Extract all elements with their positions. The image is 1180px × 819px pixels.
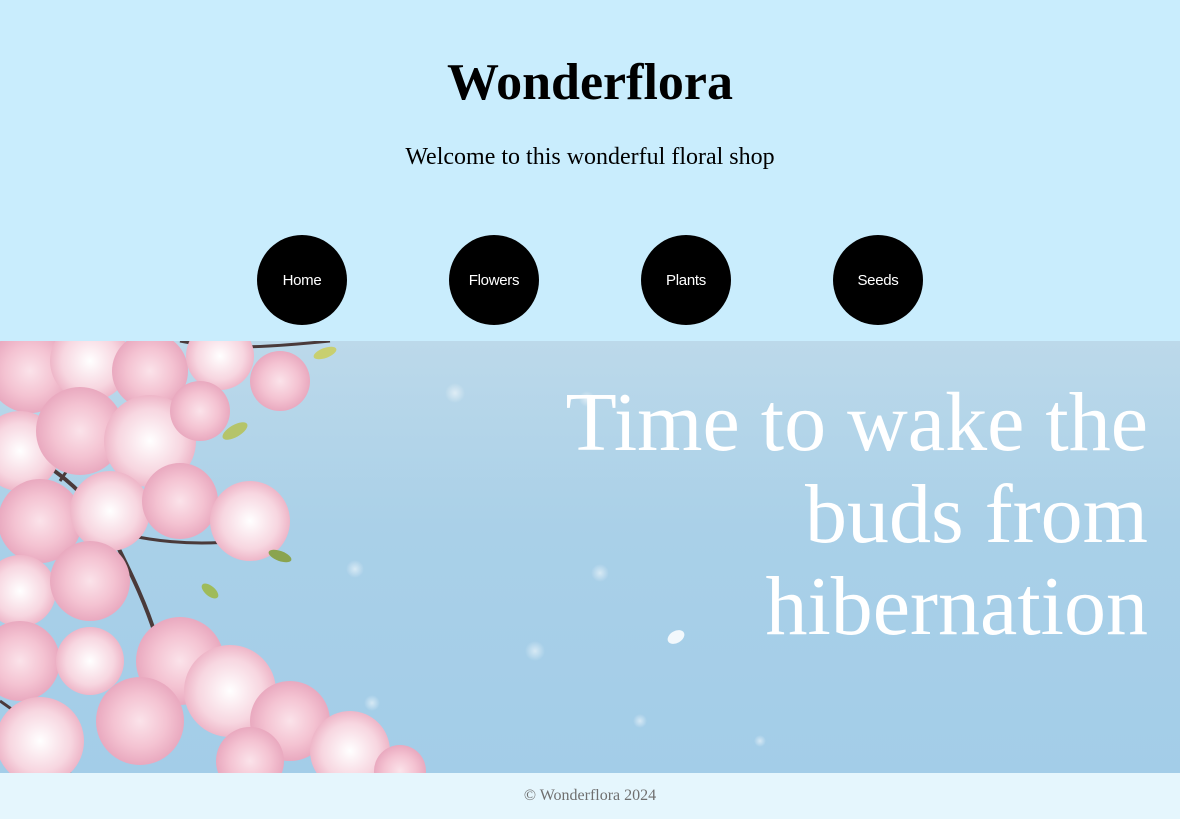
hero-headline: Time to wake the buds from hibernation <box>565 376 1148 653</box>
nav-seeds-button[interactable]: Seeds <box>833 235 923 325</box>
nav-home-button[interactable]: Home <box>257 235 347 325</box>
nav-flowers-button[interactable]: Flowers <box>449 235 539 325</box>
site-header: Wonderflora Welcome to this wonderful fl… <box>0 0 1180 341</box>
copyright-text: © Wonderflora 2024 <box>523 787 657 804</box>
hero-banner: Time to wake the buds from hibernation <box>0 341 1180 773</box>
nav-plants-button[interactable]: Plants <box>641 235 731 325</box>
site-title: Wonderflora <box>447 54 733 111</box>
site-footer: © Wonderflora 2024 <box>0 773 1180 819</box>
site-tagline: Welcome to this wonderful floral shop <box>405 144 775 170</box>
